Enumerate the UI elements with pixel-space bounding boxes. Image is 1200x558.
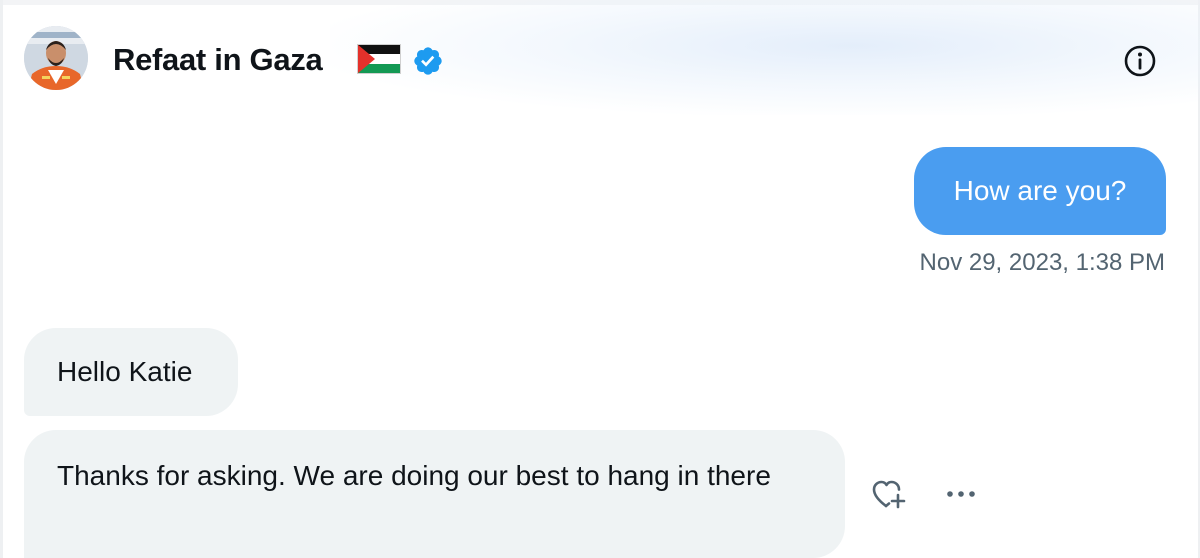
verified-badge-icon [414, 47, 442, 75]
contact-name[interactable]: Refaat in Gaza [113, 40, 323, 80]
info-icon[interactable] [1122, 43, 1158, 79]
conversation-header: Refaat in Gaza [0, 0, 1200, 120]
incoming-message[interactable]: Thanks for asking. We are doing our best… [24, 430, 845, 558]
avatar-image [24, 26, 88, 90]
message-timestamp: Nov 29, 2023, 1:38 PM [919, 249, 1165, 276]
incoming-message[interactable]: Hello Katie [24, 328, 238, 416]
add-reaction-icon[interactable] [870, 476, 910, 512]
more-options-icon[interactable] [944, 484, 980, 504]
outgoing-message[interactable]: How are you? [914, 147, 1166, 235]
avatar[interactable] [24, 26, 88, 90]
palestine-flag-icon [357, 44, 401, 74]
